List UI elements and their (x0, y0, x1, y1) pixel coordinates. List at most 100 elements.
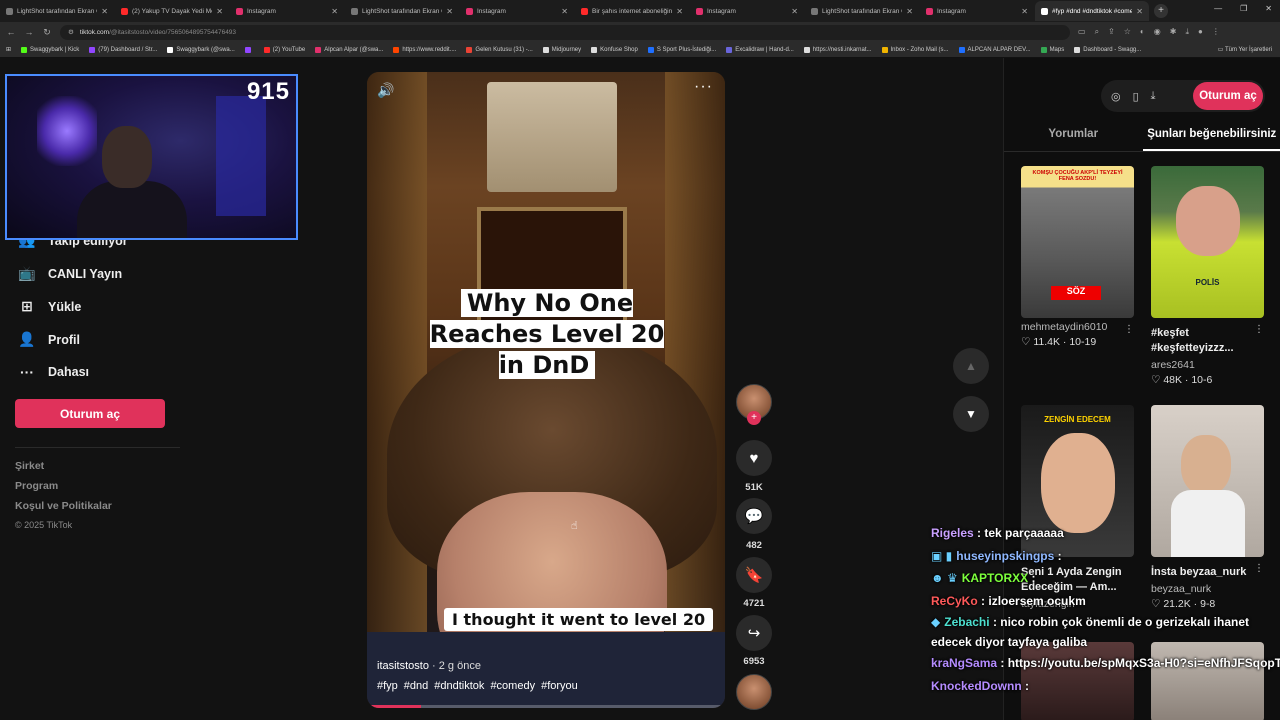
volume-icon[interactable]: 🔊 (377, 82, 394, 99)
sidebar-item-live[interactable]: 📺 CANLI Yayın (18, 265, 122, 282)
close-window-icon[interactable]: ✕ (1265, 4, 1272, 13)
bookmark-item[interactable]: Konfuse Shop (591, 46, 638, 53)
maximize-icon[interactable]: ❐ (1240, 4, 1247, 13)
tab-close-icon[interactable]: ✕ (906, 7, 913, 16)
bookmark-item[interactable]: Alpcan Alpar (@swa... (315, 46, 383, 53)
bookmark-item[interactable]: Swaggybark (@swa... (167, 46, 235, 53)
reload-icon[interactable]: ↻ (42, 27, 52, 38)
browser-tab[interactable]: #fyp #dnd #dndtiktok #come... ✕ (1035, 1, 1149, 21)
browser-tab[interactable]: LightShot tarafından Ekran Gö... ✕ (805, 1, 919, 21)
share-icon[interactable]: ⇪ (1108, 27, 1115, 37)
bookmark-item[interactable] (244, 46, 254, 53)
video-player[interactable]: 🔊 ··· Why No One Reaches Level 20 in DnD… (367, 72, 725, 708)
browser-tab[interactable]: Instagram ✕ (460, 1, 574, 21)
all-bookmarks[interactable]: ▭ Tüm Yer İşaretleri (1218, 46, 1272, 53)
more-options-icon[interactable]: ··· (694, 78, 713, 96)
recommended-card[interactable]: POLİS #keşfet #keşfetteyizzz... ares2641… (1151, 166, 1264, 386)
forward-icon[interactable]: → (24, 27, 34, 37)
soz-logo: SÖZ (1051, 286, 1101, 300)
sidebar-item-profile[interactable]: 👤 Profil (18, 331, 80, 348)
bookmark-item[interactable]: Swaggybark | Kick (21, 46, 79, 53)
follow-plus-icon[interactable]: + (747, 411, 761, 425)
sidebar-item-upload[interactable]: ⊞ Yükle (18, 298, 81, 315)
like-button[interactable]: ♥ (736, 440, 772, 476)
site-info-icon[interactable]: ⚙ (68, 28, 74, 36)
tab-close-icon[interactable]: ✕ (791, 7, 798, 16)
save-button[interactable]: 🔖 (736, 557, 772, 593)
bookmark-item[interactable]: S Sport Plus-İstediği... (647, 46, 716, 53)
previous-video-button[interactable]: ▲ (953, 348, 989, 384)
tab-comments[interactable]: Yorumlar (1004, 124, 1143, 151)
zoom-icon[interactable]: ⌕ (1095, 27, 1099, 37)
video-author[interactable]: itasitstosto · 2 g önce (377, 660, 481, 672)
panel-login-button[interactable]: Oturum aç (1193, 82, 1263, 110)
browser-tab[interactable]: (2) Yakup TV Dayak Yedi Mely... ✕ (115, 1, 229, 21)
share-button[interactable]: ↪ (736, 615, 772, 651)
sidebar-item-label: Dahası (48, 365, 89, 379)
bookmark-item[interactable]: (79) Dashboard / Str... (89, 46, 157, 53)
webcam-frame (77, 181, 187, 238)
tab-close-icon[interactable]: ✕ (1136, 7, 1143, 16)
tab-close-icon[interactable]: ✕ (101, 7, 108, 16)
hashtag-link[interactable]: #foryou (541, 680, 578, 692)
hashtag-link[interactable]: #dnd (404, 680, 428, 692)
compass-icon[interactable]: ◎ (1111, 90, 1121, 103)
cast-icon[interactable]: ▭ (1078, 27, 1086, 37)
tab-close-icon[interactable]: ✕ (331, 7, 338, 16)
hashtag-link[interactable]: #fyp (377, 680, 398, 692)
login-button[interactable]: Oturum aç (15, 399, 165, 428)
download-icon[interactable]: ⤓ (1151, 90, 1156, 103)
footer-link-company[interactable]: Şirket (15, 460, 44, 472)
sidebar-item-more[interactable]: ··· Dahası (18, 364, 89, 380)
download-icon[interactable]: ⤓ (1185, 27, 1189, 37)
hashtag-link[interactable]: #comedy (490, 680, 535, 692)
comment-button[interactable]: 💬 (736, 498, 772, 534)
extension-icon[interactable]: ◐ (1140, 27, 1145, 37)
hashtag-link[interactable]: #dndtiktok (434, 680, 484, 692)
tab-close-icon[interactable]: ✕ (561, 7, 568, 16)
new-tab-button[interactable]: + (1154, 4, 1168, 18)
video-progress-bar[interactable] (367, 705, 725, 708)
tab-recommended[interactable]: Şunları beğenebilirsiniz (1142, 124, 1280, 151)
bookmark-item[interactable]: Midjourney (542, 46, 581, 53)
url-field[interactable]: ⚙ tiktok.com/@itasitstosto/video/7565064… (60, 24, 1070, 40)
bookmark-item[interactable]: Inbox - Zoho Mail (s... (881, 46, 949, 53)
browser-tab[interactable]: LightShot tarafından Ekran Gö... ✕ (345, 1, 459, 21)
browser-tab[interactable]: LightShot tarafından Ekran Gö... ✕ (0, 1, 114, 21)
bookmark-item[interactable]: https://nesti.inkarnat... (803, 46, 872, 53)
more-options-icon[interactable]: ⋮ (1254, 324, 1264, 335)
card-meta: ♡ 11.4K · 10-19 (1021, 336, 1097, 348)
apps-icon[interactable]: ⊞ (6, 46, 11, 53)
tab-close-icon[interactable]: ✕ (1021, 7, 1028, 16)
like-count: 51K (745, 482, 763, 493)
profile-icon[interactable]: ● (1198, 27, 1203, 37)
puzzle-icon[interactable]: ✱ (1170, 27, 1177, 37)
device-icon[interactable]: ▯ (1133, 90, 1139, 103)
next-video-button[interactable]: ▼ (953, 396, 989, 432)
footer-link-terms[interactable]: Koşul ve Politikalar (15, 500, 112, 512)
bookmark-item[interactable]: Dashboard - Swagg... (1074, 46, 1141, 53)
back-icon[interactable]: ← (6, 27, 16, 37)
bookmark-item[interactable]: (2) YouTube (263, 46, 305, 53)
tab-close-icon[interactable]: ✕ (446, 7, 453, 16)
footer-link-program[interactable]: Program (15, 480, 58, 492)
bookmark-star-icon[interactable]: ☆ (1124, 27, 1131, 37)
bookmark-item[interactable]: Maps (1040, 46, 1064, 53)
extension-icon[interactable]: ◉ (1154, 27, 1161, 37)
tab-close-icon[interactable]: ✕ (676, 7, 683, 16)
browser-tab[interactable]: Instagram ✕ (690, 1, 804, 21)
browser-tab[interactable]: Instagram ✕ (920, 1, 1034, 21)
more-options-icon[interactable]: ⋮ (1124, 324, 1134, 335)
menu-icon[interactable]: ⋮ (1212, 27, 1220, 37)
bookmark-item[interactable]: Gelen Kutusu (31) -... (466, 46, 533, 53)
browser-tab[interactable]: Bir şahıs internet aboneliğini... ✕ (575, 1, 689, 21)
tab-close-icon[interactable]: ✕ (216, 7, 223, 16)
minimize-icon[interactable]: — (1214, 4, 1222, 13)
browser-tab[interactable]: Instagram ✕ (230, 1, 344, 21)
sidebar-item-label: CANLI Yayın (48, 266, 123, 281)
bookmark-item[interactable]: ALPCAN ALPAR DEV... (958, 46, 1031, 53)
sound-avatar[interactable] (736, 674, 772, 710)
recommended-card[interactable]: KOMŞU ÇOCUĞU AKP'Lİ TEYZEYİ FENA SOZDU! … (1021, 166, 1134, 348)
bookmark-item[interactable]: https://www.reddit.... (393, 46, 456, 53)
bookmark-item[interactable]: Excalidraw | Hand-d... (726, 46, 794, 53)
